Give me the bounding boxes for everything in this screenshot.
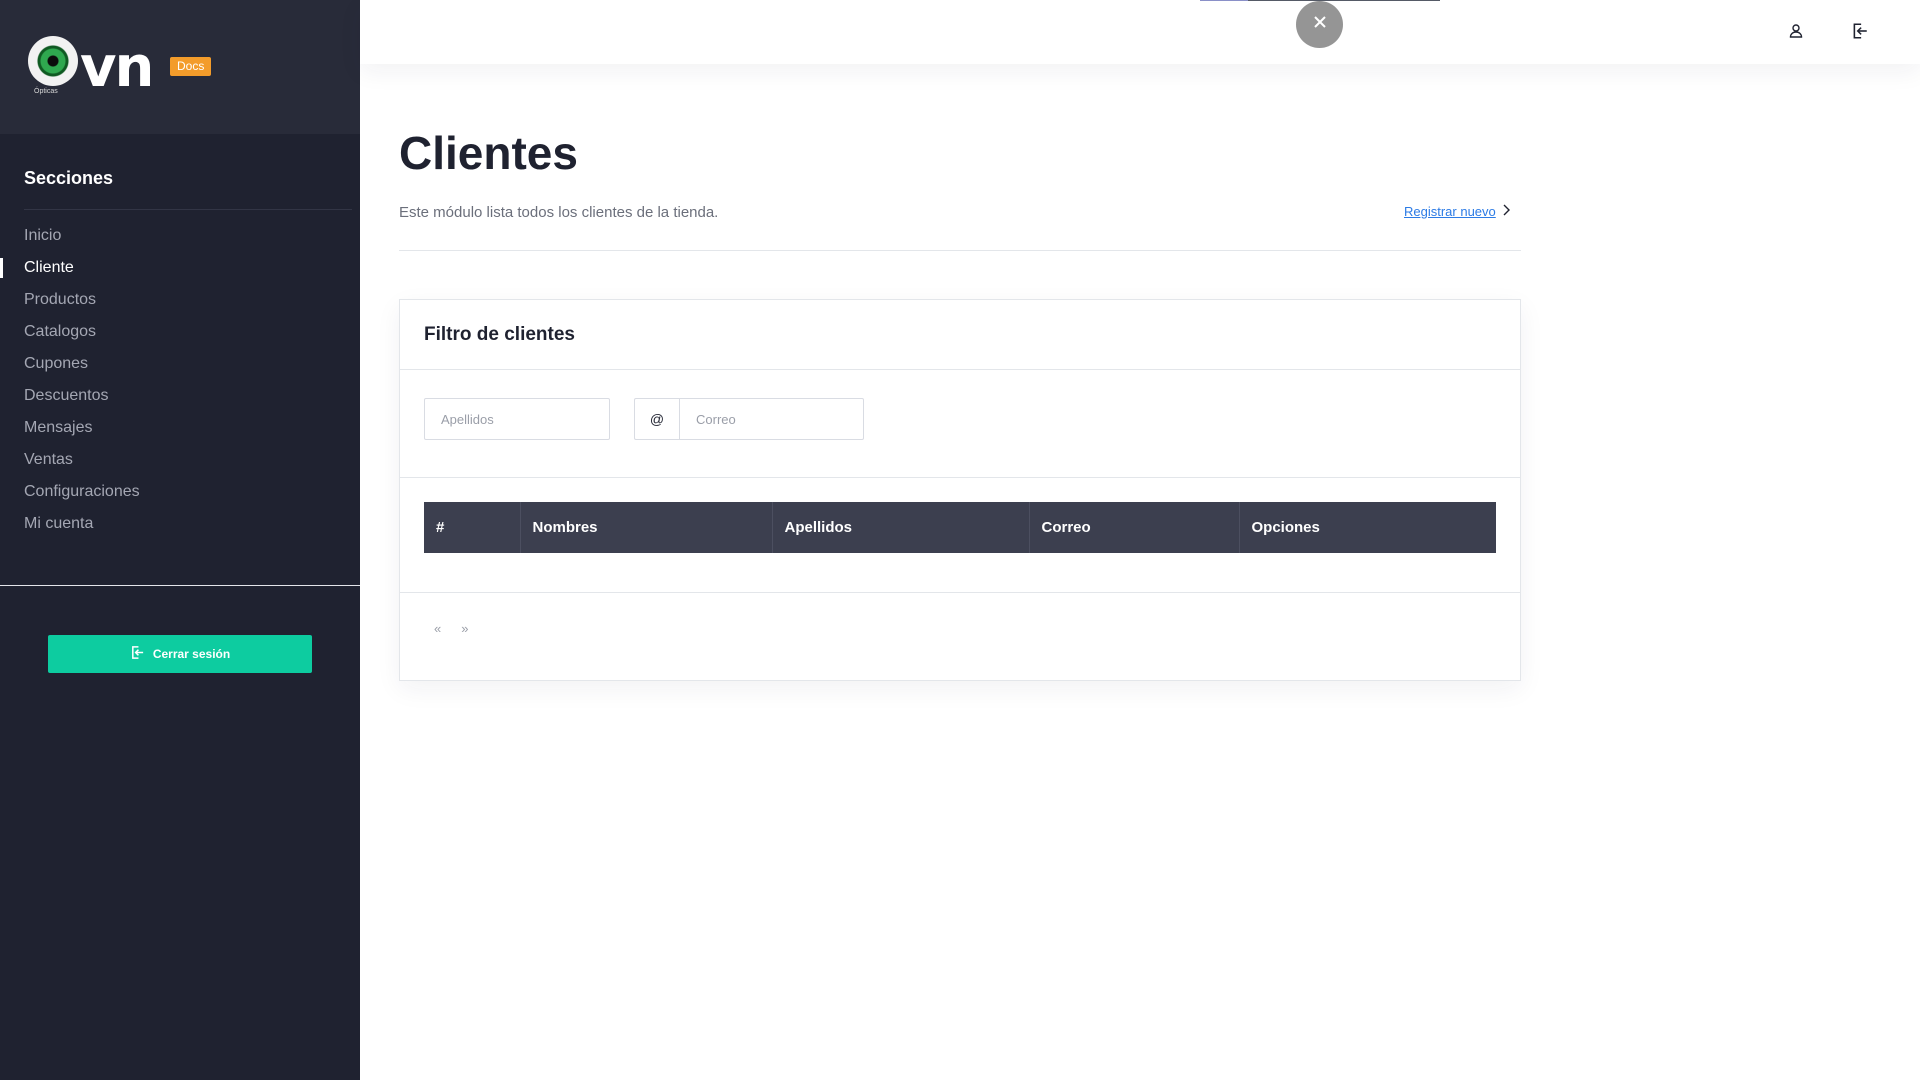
logout-label: Cerrar sesión [152,647,231,661]
logout-icon [130,645,145,663]
logo-text[interactable]: vn [80,40,154,96]
column-header-correo[interactable]: Correo [1029,502,1240,553]
sidebar-nav: Inicio Cliente Productos Catalogos Cupon… [0,220,360,540]
divider [24,209,352,210]
eye-logo-icon[interactable] [28,36,78,86]
surname-input[interactable] [424,398,610,440]
column-header-number[interactable]: # [424,502,521,553]
page-title: Clientes [399,127,578,179]
close-icon [1313,15,1327,34]
logout-button[interactable]: Cerrar sesión [48,635,312,673]
table-header-row: # Nombres Apellidos Correo Opciones [424,502,1496,553]
email-input-group: @ [634,398,864,440]
sidebar-item-descuentos[interactable]: Descuentos [0,380,360,412]
sidebar-item-mi-cuenta[interactable]: Mi cuenta [0,508,360,540]
sidebar-item-ventas[interactable]: Ventas [0,444,360,476]
divider [400,477,1520,478]
sidebar: Ópticas vn Docs Secciones Inicio Cliente… [0,0,360,1080]
at-sign-icon: @ [634,398,679,440]
divider [399,250,1521,251]
sidebar-item-productos[interactable]: Productos [0,284,360,316]
card-title: Filtro de clientes [424,324,575,345]
clients-table: # Nombres Apellidos Correo Opciones [424,502,1496,553]
pagination: « » [434,621,468,636]
sidebar-item-mensajes[interactable]: Mensajes [0,412,360,444]
register-new-link[interactable]: Registrar nuevo [1404,204,1510,219]
sidebar-item-configuraciones[interactable]: Configuraciones [0,476,360,508]
sidebar-item-inicio[interactable]: Inicio [0,220,360,252]
sidebar-item-cupones[interactable]: Cupones [0,348,360,380]
logo-area: Ópticas vn Docs [0,0,360,134]
sections-title: Secciones [24,168,114,188]
email-input[interactable] [679,398,864,440]
pagination-prev[interactable]: « [434,621,441,636]
pagination-next[interactable]: » [461,621,468,636]
divider [400,592,1520,593]
sidebar-item-cliente[interactable]: Cliente [0,252,360,284]
logo-subtext: Ópticas [34,88,58,95]
register-new-label: Registrar nuevo [1404,204,1496,219]
column-header-nombres[interactable]: Nombres [520,502,773,553]
sidebar-item-catalogos[interactable]: Catalogos [0,316,360,348]
page-subtitle: Este módulo lista todos los clientes de … [399,204,719,221]
close-button[interactable] [1296,1,1343,48]
loading-bar-progress [1200,0,1248,1]
logout-icon[interactable] [1851,22,1869,40]
filter-card: Filtro de clientes @ # Nombres Apellidos… [399,299,1521,681]
column-header-apellidos[interactable]: Apellidos [772,502,1030,553]
divider [0,585,360,586]
user-icon[interactable] [1787,22,1805,40]
column-header-opciones[interactable]: Opciones [1239,502,1496,553]
chevron-right-icon [1502,204,1510,219]
divider [400,369,1520,370]
topbar [360,0,1920,64]
docs-badge[interactable]: Docs [170,57,212,77]
